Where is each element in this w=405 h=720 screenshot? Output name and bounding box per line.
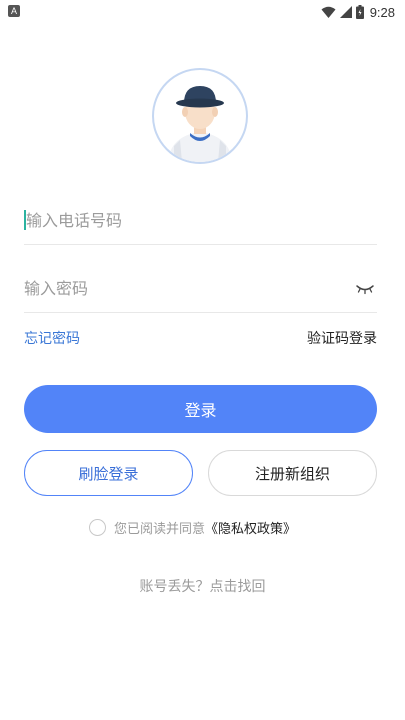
account-recovery-link[interactable]: 账号丢失？点击找回 (0, 576, 405, 596)
battery-icon (355, 5, 364, 19)
phone-field[interactable] (24, 198, 377, 245)
avatar-icon (168, 86, 232, 162)
login-button[interactable]: 登录 (24, 385, 377, 433)
signal-icon (339, 6, 352, 18)
status-time: 9:28 (369, 4, 395, 20)
privacy-policy-link[interactable]: 《隐私权政策》 (205, 518, 296, 537)
phone-input[interactable] (24, 198, 346, 242)
face-login-button[interactable]: 刷脸登录 (24, 450, 193, 496)
agreement-checkbox[interactable] (89, 518, 106, 536)
status-bar: A 9:28 (0, 0, 405, 24)
sms-login-link[interactable]: 验证码登录 (307, 328, 377, 348)
eye-closed-icon[interactable] (355, 280, 375, 296)
avatar (152, 68, 248, 164)
password-field[interactable] (24, 266, 377, 313)
forgot-password-link[interactable]: 忘记密码 (24, 328, 80, 348)
app-notification-icon: A (8, 5, 20, 17)
wifi-icon (321, 6, 336, 18)
agreement-text: 您已阅读并同意 (114, 521, 206, 537)
register-org-button[interactable]: 注册新组织 (208, 450, 377, 496)
password-input[interactable] (24, 266, 344, 310)
agreement-row: 您已阅读并同意 《隐私权政策》 (89, 516, 296, 538)
status-icons: 9:28 (321, 3, 395, 21)
